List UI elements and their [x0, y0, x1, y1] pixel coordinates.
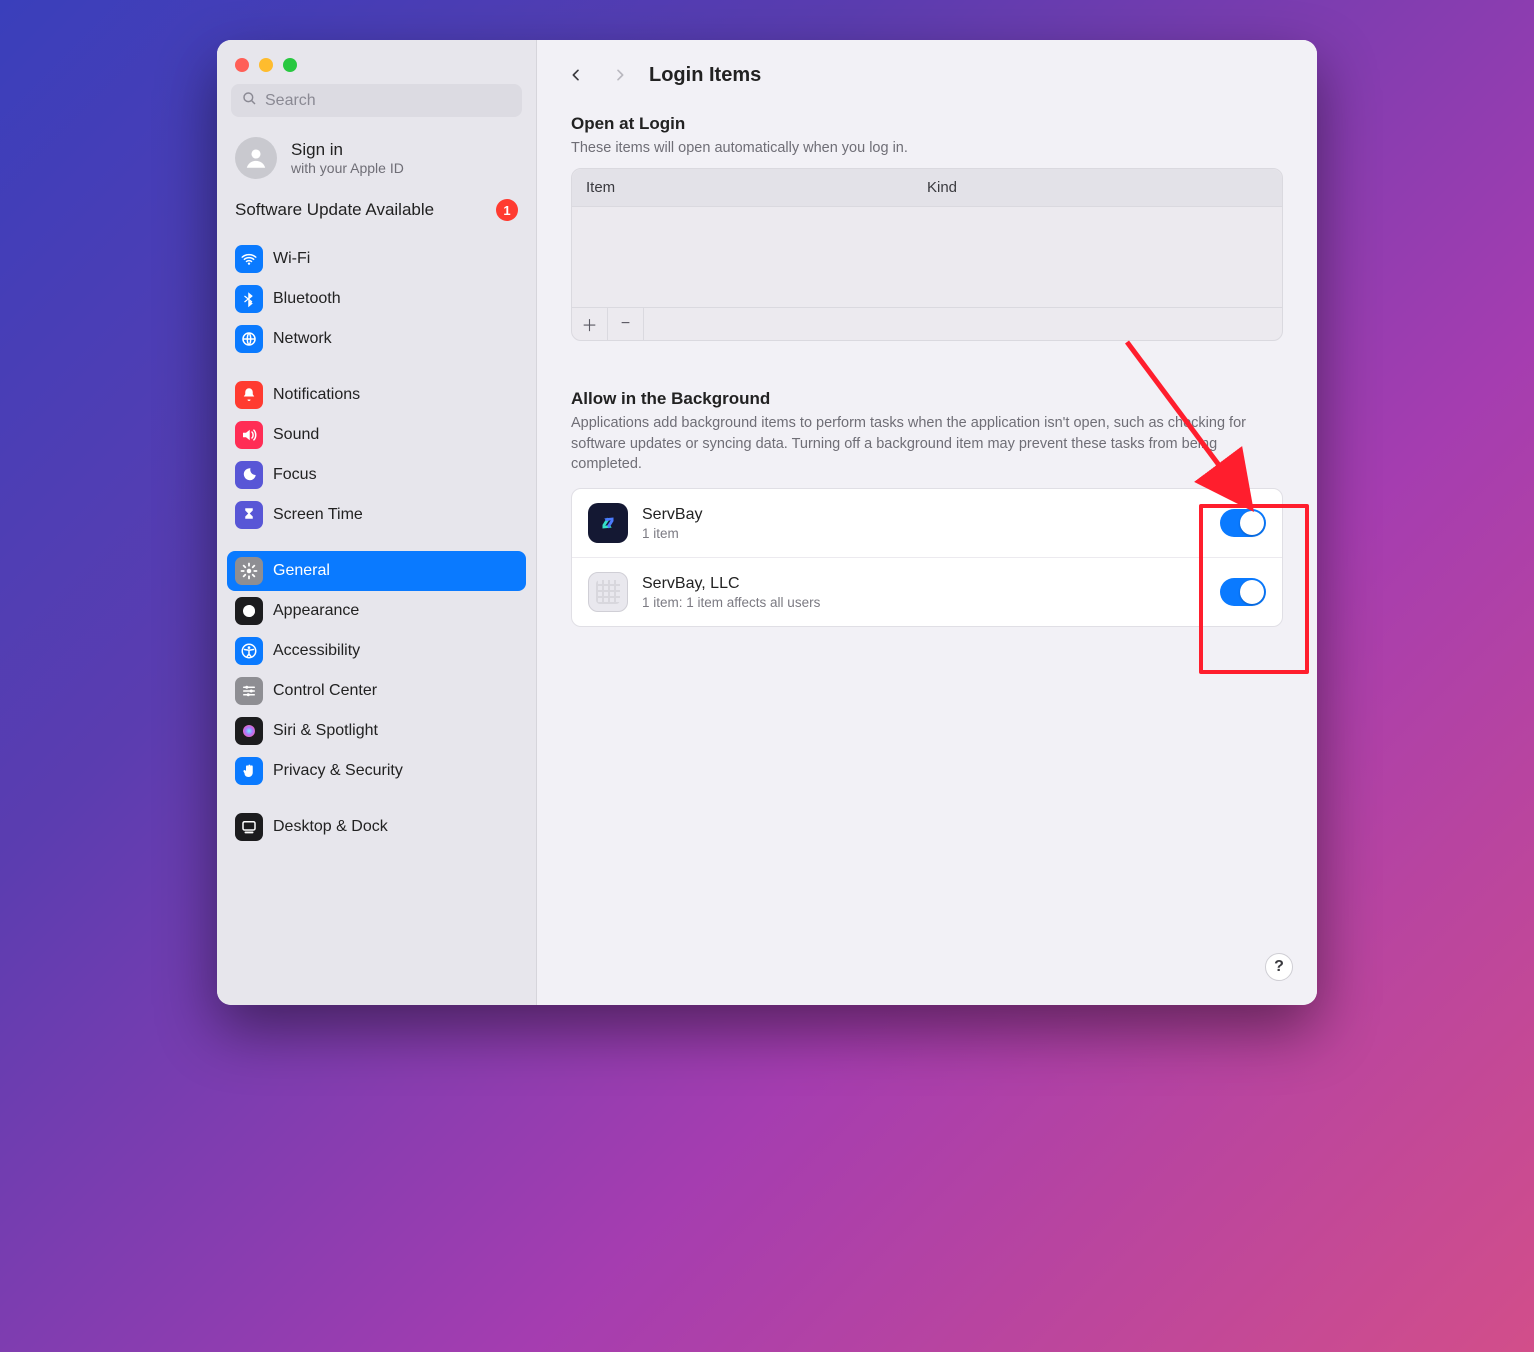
add-login-item-button[interactable]: ＋ — [572, 308, 608, 340]
sidebar-item-siri-spotlight[interactable]: Siri & Spotlight — [227, 711, 526, 751]
forward-button — [605, 60, 635, 90]
hourglass-icon — [235, 501, 263, 529]
help-button[interactable]: ? — [1265, 953, 1293, 981]
search-input[interactable] — [265, 92, 512, 110]
col-kind: Kind — [927, 179, 1268, 196]
app-icon — [588, 572, 628, 612]
sidebar-item-label: Wi-Fi — [273, 250, 310, 268]
page-title: Login Items — [649, 64, 761, 87]
hand-icon — [235, 757, 263, 785]
software-update-row[interactable]: Software Update Available 1 — [217, 195, 536, 239]
sidebar-item-desktop-dock[interactable]: Desktop & Dock — [227, 807, 526, 847]
sidebar-item-network[interactable]: Network — [227, 319, 526, 359]
app-subtext: 1 item — [642, 526, 1206, 541]
sidebar-item-wi-fi[interactable]: Wi-Fi — [227, 239, 526, 279]
wifi-icon — [235, 245, 263, 273]
background-item-row: ServBay, LLC 1 item: 1 item affects all u… — [572, 557, 1282, 626]
background-item-row: ServBay 1 item — [572, 489, 1282, 557]
sidebar-item-label: Network — [273, 330, 332, 348]
app-icon — [588, 503, 628, 543]
open-at-login-body — [572, 207, 1282, 307]
sidebar-item-appearance[interactable]: Appearance — [227, 591, 526, 631]
sidebar-item-label: Focus — [273, 466, 317, 484]
sidebar-item-label: Privacy & Security — [273, 762, 403, 780]
background-desc: Applications add background items to per… — [571, 413, 1283, 474]
sidebar-item-label: Desktop & Dock — [273, 818, 388, 836]
avatar-icon — [235, 137, 277, 179]
sidebar-item-notifications[interactable]: Notifications — [227, 375, 526, 415]
sound-icon — [235, 421, 263, 449]
sidebar-item-general[interactable]: General — [227, 551, 526, 591]
accessibility-icon — [235, 637, 263, 665]
app-name: ServBay — [642, 506, 1206, 524]
sidebar-item-label: Siri & Spotlight — [273, 722, 378, 740]
open-at-login-heading: Open at Login — [571, 114, 1283, 134]
background-toggle[interactable] — [1220, 578, 1266, 606]
background-section: Allow in the Background Applications add… — [561, 383, 1293, 643]
bell-icon — [235, 381, 263, 409]
back-button[interactable] — [561, 60, 591, 90]
app-name: ServBay, LLC — [642, 575, 1206, 593]
search-icon — [241, 90, 257, 111]
system-settings-window: Sign in with your Apple ID Software Upda… — [217, 40, 1317, 1005]
sidebar-item-label: Control Center — [273, 682, 377, 700]
sidebar-item-label: Appearance — [273, 602, 359, 620]
sidebar-item-sound[interactable]: Sound — [227, 415, 526, 455]
minimize-window-button[interactable] — [259, 58, 273, 72]
network-icon — [235, 325, 263, 353]
siri-icon — [235, 717, 263, 745]
update-badge: 1 — [496, 199, 518, 221]
sidebar-item-bluetooth[interactable]: Bluetooth — [227, 279, 526, 319]
sidebar-item-focus[interactable]: Focus — [227, 455, 526, 495]
moon-icon — [235, 461, 263, 489]
sidebar-item-label: Screen Time — [273, 506, 363, 524]
sidebar-item-label: General — [273, 562, 330, 580]
sliders-icon — [235, 677, 263, 705]
software-update-label: Software Update Available — [235, 200, 434, 220]
search-field[interactable] — [231, 84, 522, 117]
header: Login Items — [561, 54, 1293, 108]
open-at-login-table: Item Kind ＋ − — [571, 168, 1283, 341]
sidebar-item-control-center[interactable]: Control Center — [227, 671, 526, 711]
sidebar-item-accessibility[interactable]: Accessibility — [227, 631, 526, 671]
open-at-login-section: Open at Login These items will open auto… — [561, 108, 1293, 357]
app-subtext: 1 item: 1 item affects all users — [642, 595, 1206, 610]
background-toggle[interactable] — [1220, 509, 1266, 537]
close-window-button[interactable] — [235, 58, 249, 72]
sidebar-item-label: Bluetooth — [273, 290, 341, 308]
sidebar-item-label: Accessibility — [273, 642, 360, 660]
signin-title: Sign in — [291, 140, 404, 160]
remove-login-item-button[interactable]: − — [608, 308, 644, 340]
sidebar: Sign in with your Apple ID Software Upda… — [217, 40, 537, 1005]
sidebar-item-privacy-security[interactable]: Privacy & Security — [227, 751, 526, 791]
col-item: Item — [586, 179, 927, 196]
zoom-window-button[interactable] — [283, 58, 297, 72]
sidebar-nav: Wi-Fi Bluetooth Network Notifications Sound F… — [217, 239, 536, 847]
appearance-icon — [235, 597, 263, 625]
gear-icon — [235, 557, 263, 585]
window-controls — [217, 40, 536, 84]
background-items-list: ServBay 1 item ServBay, LLC 1 item: 1 item … — [571, 488, 1283, 627]
main-pane: Login Items Open at Login These items wi… — [537, 40, 1317, 1005]
signin-subtitle: with your Apple ID — [291, 160, 404, 176]
sidebar-item-label: Notifications — [273, 386, 360, 404]
sidebar-item-screen-time[interactable]: Screen Time — [227, 495, 526, 535]
sidebar-item-label: Sound — [273, 426, 319, 444]
background-heading: Allow in the Background — [571, 389, 1283, 409]
open-at-login-desc: These items will open automatically when… — [571, 138, 1283, 158]
apple-id-signin[interactable]: Sign in with your Apple ID — [217, 131, 536, 195]
bluetooth-icon — [235, 285, 263, 313]
dock-icon — [235, 813, 263, 841]
